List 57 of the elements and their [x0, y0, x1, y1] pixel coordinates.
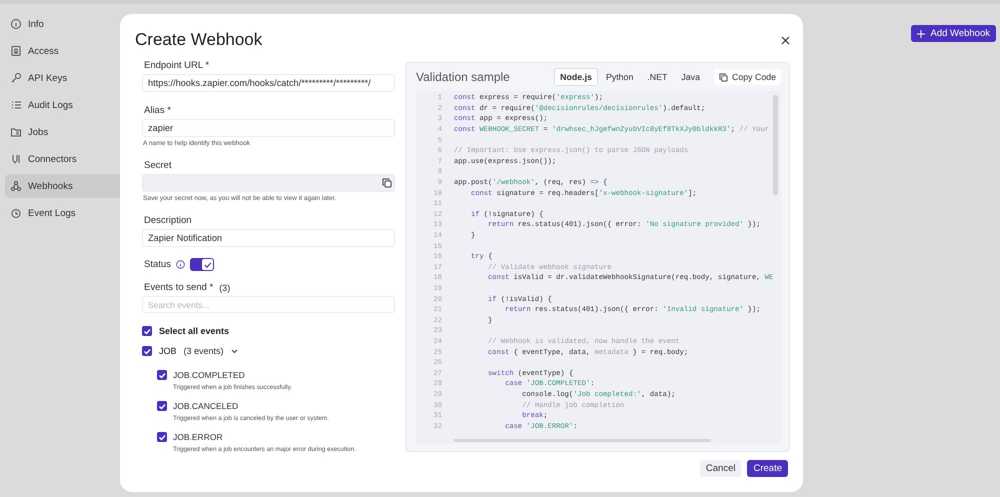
- sidebar-item[interactable]: Connectors: [5, 147, 120, 171]
- search-field[interactable]: Search events...: [142, 296, 395, 313]
- cancel-button[interactable]: Cancel: [700, 460, 742, 477]
- id-badge-icon: [10, 45, 22, 57]
- vertical-scrollbar[interactable]: [773, 95, 778, 195]
- description-field[interactable]: Zapier Notification: [142, 229, 395, 247]
- status-toggle[interactable]: [190, 258, 214, 271]
- folder-icon: [10, 126, 22, 138]
- panel-title: Validation sample: [416, 70, 510, 84]
- checkbox-label: JOB: [159, 346, 177, 356]
- close-icon[interactable]: [781, 36, 790, 44]
- checkbox-label: JOB.ERROR: [173, 432, 223, 442]
- event-count: (3 events): [184, 346, 224, 356]
- sidebar-item[interactable]: Webhooks: [5, 174, 120, 198]
- sidebar-item[interactable]: Access: [5, 39, 120, 63]
- plus-icon: [917, 30, 926, 38]
- field-label: Events to send *: [144, 282, 214, 293]
- info-icon[interactable]: [176, 260, 185, 269]
- checkbox-label: JOB.COMPLETED: [173, 370, 245, 380]
- checkbox[interactable]: [142, 346, 152, 356]
- checkbox[interactable]: [157, 432, 167, 442]
- sidebar-item[interactable]: Info: [5, 12, 120, 36]
- sidebar-item[interactable]: Jobs: [5, 120, 120, 144]
- copy-icon: [718, 72, 728, 82]
- sidebar-item[interactable]: Event Logs: [5, 201, 120, 225]
- copy-code-button[interactable]: Copy Code: [714, 69, 781, 85]
- webhook-icon: [10, 180, 22, 192]
- sidebar-item[interactable]: API Keys: [5, 66, 120, 90]
- log-icon: [10, 207, 22, 219]
- checkbox[interactable]: [157, 370, 167, 380]
- secret-field[interactable]: [142, 174, 395, 192]
- copy-icon[interactable]: [382, 178, 392, 188]
- list-icon: [10, 99, 22, 111]
- language-tab[interactable]: Java: [675, 68, 706, 86]
- plug-icon: [10, 153, 22, 165]
- field-label: Secret: [144, 160, 172, 171]
- checkbox-label: JOB.CANCELED: [173, 401, 238, 411]
- checkbox[interactable]: [157, 401, 167, 411]
- create-button[interactable]: Create: [747, 460, 788, 477]
- dialog-title: Create Webhook: [135, 30, 262, 50]
- add-webhook-button[interactable]: Add Webhook: [911, 25, 996, 42]
- language-tab[interactable]: Node.js: [554, 68, 598, 86]
- language-tab[interactable]: Python: [600, 68, 640, 86]
- key-icon: [10, 72, 22, 84]
- field-label: Alias *: [144, 105, 172, 116]
- field-label: Status: [144, 259, 171, 270]
- endpoint-url-field[interactable]: https://hooks.zapier.com/hooks/catch/*********/*********/: [142, 74, 395, 92]
- alias-field[interactable]: zapier: [142, 119, 395, 137]
- checkbox-label: Select all events: [159, 326, 230, 336]
- chevron-icon[interactable]: [230, 348, 238, 354]
- checkbox[interactable]: [142, 326, 152, 336]
- sidebar-item[interactable]: Audit Logs: [5, 93, 120, 117]
- field-label: Endpoint URL *: [144, 60, 210, 71]
- language-tab[interactable]: .NET: [641, 68, 674, 86]
- info-icon: [10, 18, 22, 30]
- event-count: (3): [219, 282, 230, 292]
- field-label: Description: [144, 215, 193, 226]
